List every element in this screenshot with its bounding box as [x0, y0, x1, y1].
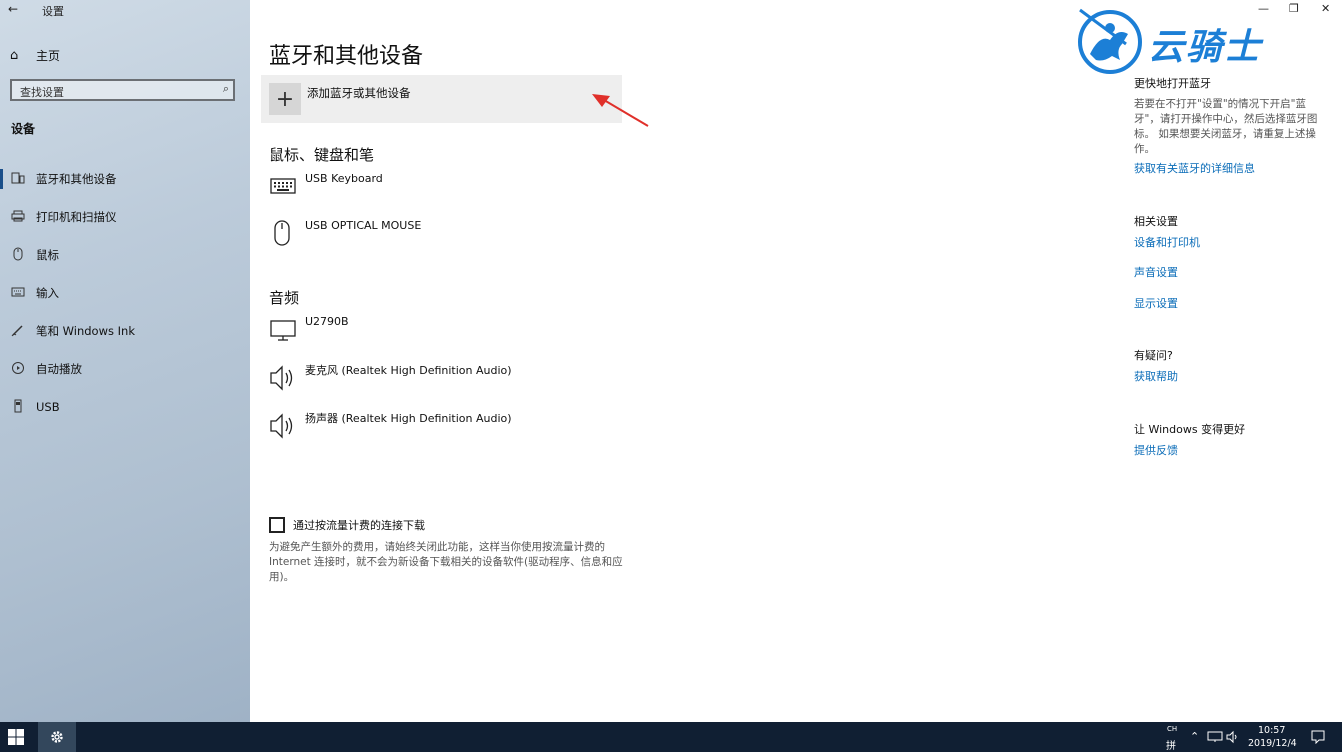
nav-home-label: 主页	[36, 48, 61, 63]
usb-icon	[10, 399, 26, 416]
sidebar-item-label: 打印机和扫描仪	[36, 210, 117, 224]
sidebar-nav: 蓝牙和其他设备 打印机和扫描仪 鼠标 输入 笔和 Windows Ink 自动播…	[0, 160, 250, 426]
device-usb-mouse[interactable]: USB OPTICAL MOUSE	[269, 219, 669, 259]
add-device-label: 添加蓝牙或其他设备	[307, 86, 411, 100]
device-name: 扬声器 (Realtek High Definition Audio)	[305, 412, 512, 425]
bluetooth-info-link[interactable]: 获取有关蓝牙的详细信息	[1134, 160, 1255, 176]
ime-indicator[interactable]: CH	[1167, 725, 1177, 733]
close-button[interactable]: ✕	[1321, 2, 1330, 15]
sidebar-item-autoplay[interactable]: 自动播放	[0, 350, 250, 388]
better-heading: 让 Windows 变得更好	[1134, 423, 1246, 436]
clock-date[interactable]: 2019/12/4	[1248, 738, 1297, 749]
printer-icon	[10, 210, 26, 225]
pen-icon	[10, 323, 26, 340]
section-title: 设备	[11, 122, 36, 136]
clock-time[interactable]: 10:57	[1258, 725, 1285, 736]
sidebar-item-typing[interactable]: 输入	[0, 274, 250, 312]
device-speaker[interactable]: 扬声器 (Realtek High Definition Audio)	[269, 410, 669, 450]
group-title-input-devices: 鼠标、键盘和笔	[269, 146, 375, 164]
question-heading: 有疑问?	[1134, 349, 1173, 362]
device-name: U2790B	[305, 315, 349, 328]
sidebar-item-usb[interactable]: USB	[0, 388, 250, 426]
gear-icon	[51, 731, 63, 743]
volume-icon[interactable]	[1226, 730, 1240, 744]
feedback-link[interactable]: 提供反馈	[1134, 442, 1178, 458]
title-bar: ← 设置	[0, 0, 250, 20]
page-title: 蓝牙和其他设备	[269, 44, 424, 69]
app-title: 设置	[42, 5, 64, 18]
action-center-icon[interactable]	[1311, 730, 1325, 744]
device-monitor[interactable]: U2790B	[269, 315, 669, 355]
main-content: 蓝牙和其他设备 + 添加蓝牙或其他设备 鼠标、键盘和笔 USB Keyboard…	[250, 0, 1342, 722]
red-arrow-annotation	[592, 94, 649, 127]
chevron-up-icon[interactable]: ⌃	[1190, 730, 1199, 743]
bluetooth-devices-icon	[10, 172, 26, 187]
monitor-icon	[270, 320, 296, 341]
network-icon[interactable]	[1207, 731, 1223, 743]
device-microphone[interactable]: 麦克风 (Realtek High Definition Audio)	[269, 362, 669, 402]
home-icon: ⌂	[10, 47, 19, 63]
ime-mode[interactable]: 拼	[1166, 737, 1176, 752]
speaker-icon	[270, 413, 293, 439]
sidebar-item-printers[interactable]: 打印机和扫描仪	[0, 198, 250, 236]
windows-start-icon[interactable]	[8, 729, 24, 745]
faster-text: 若要在不打开"设置"的情况下开启"蓝牙"，请打开操作中心，然后选择蓝牙图标。 如…	[1134, 98, 1318, 155]
related-heading: 相关设置	[1134, 215, 1178, 228]
sidebar-item-mouse[interactable]: 鼠标	[0, 236, 250, 274]
sidebar-item-label: 蓝牙和其他设备	[36, 172, 117, 186]
device-name: USB OPTICAL MOUSE	[305, 219, 422, 232]
plus-icon: +	[269, 83, 301, 115]
device-usb-keyboard[interactable]: USB Keyboard	[269, 172, 669, 212]
sound-settings-link[interactable]: 声音设置	[1134, 264, 1178, 280]
nav-home[interactable]: ⌂ 主页	[10, 45, 60, 65]
search-input[interactable]	[12, 83, 210, 102]
get-help-link[interactable]: 获取帮助	[1134, 368, 1178, 384]
device-name: USB Keyboard	[305, 172, 383, 185]
add-device-button[interactable]: + 添加蓝牙或其他设备	[261, 75, 622, 123]
device-name: 麦克风 (Realtek High Definition Audio)	[305, 364, 512, 377]
knight-logo-icon	[1078, 8, 1142, 74]
taskbar: CH 拼 ⌃ 10:57 2019/12/4	[0, 722, 1342, 752]
sidebar-item-bluetooth[interactable]: 蓝牙和其他设备	[0, 160, 250, 198]
logo-text: 云骑士	[1148, 27, 1263, 68]
mouse-icon	[10, 247, 26, 264]
taskbar-settings-app[interactable]	[38, 722, 76, 752]
search-icon[interactable]: ⌕	[223, 82, 229, 96]
sidebar-item-pen[interactable]: 笔和 Windows Ink	[0, 312, 250, 350]
keyboard-icon	[270, 178, 296, 194]
back-button[interactable]: ←	[8, 2, 18, 16]
sidebar-item-label: 鼠标	[36, 248, 59, 262]
mouse-icon	[274, 220, 290, 246]
watermark-logo: 云骑士	[1076, 2, 1306, 78]
sidebar: ← 设置 ⌂ 主页 ⌕ 设备 蓝牙和其他设备 打印机和扫描仪 鼠标	[0, 0, 250, 722]
sidebar-item-label: 输入	[36, 286, 59, 300]
autoplay-icon	[10, 361, 26, 378]
search-box[interactable]: ⌕	[10, 79, 235, 102]
sidebar-item-label: USB	[36, 400, 60, 414]
metered-download-option[interactable]: 通过按流量计费的连接下载	[269, 517, 425, 533]
display-settings-link[interactable]: 显示设置	[1134, 295, 1178, 311]
sidebar-item-label: 自动播放	[36, 362, 82, 376]
metered-checkbox[interactable]	[269, 517, 285, 533]
speaker-icon	[270, 365, 293, 391]
devices-printers-link[interactable]: 设备和打印机	[1134, 234, 1200, 250]
metered-label: 通过按流量计费的连接下载	[293, 519, 425, 532]
metered-description: 为避免产生额外的费用，请始终关闭此功能，这样当你使用按流量计费的 Interne…	[269, 541, 623, 583]
sidebar-item-label: 笔和 Windows Ink	[36, 324, 135, 338]
group-title-audio: 音频	[269, 289, 300, 307]
keyboard-icon	[10, 286, 26, 300]
